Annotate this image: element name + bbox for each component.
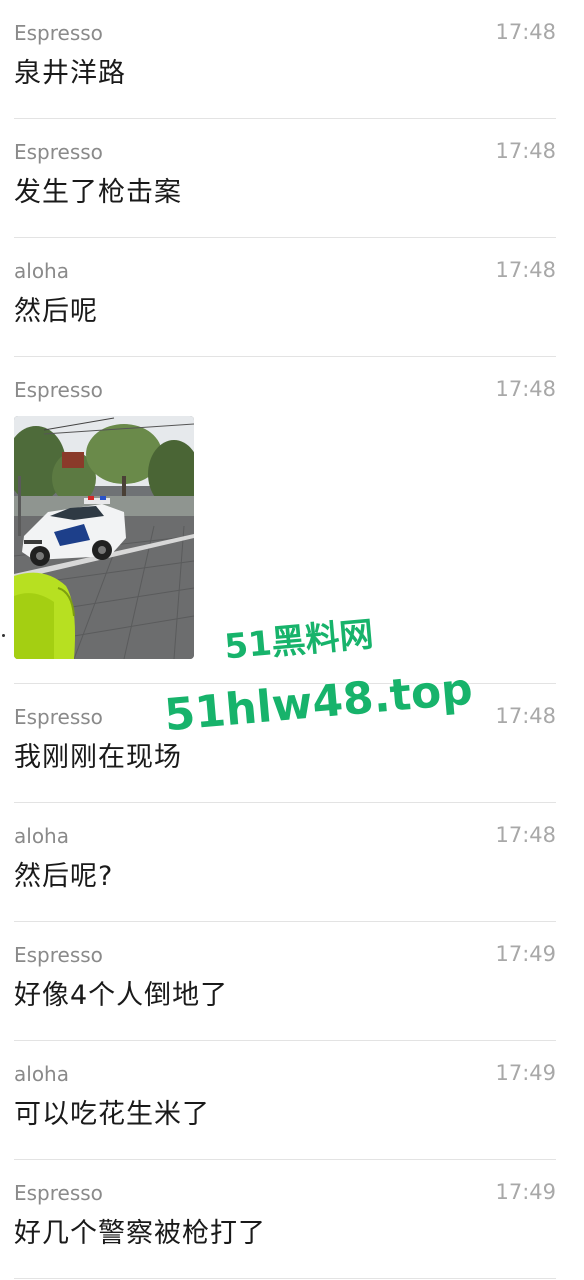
message-text: 好几个警察被枪打了 <box>14 1218 266 1249</box>
message-item[interactable]: Espresso 17:49 好几个警察被枪打了 <box>14 1160 556 1279</box>
message-item[interactable]: aloha 17:49 可以吃花生米了 <box>14 1041 556 1160</box>
message-time: 17:49 <box>495 942 556 966</box>
message-time: 17:48 <box>495 704 556 728</box>
message-text: 发生了枪击案 <box>14 177 182 208</box>
police-car-photo-graphic <box>14 416 194 659</box>
sender-name: aloha <box>14 824 69 848</box>
sender-name: Espresso <box>14 140 103 164</box>
police-car-photo[interactable] <box>14 416 194 659</box>
message-item-image[interactable]: Espresso 17:48 <box>14 357 556 684</box>
sender-name: Espresso <box>14 943 103 967</box>
message-item[interactable]: aloha 17:48 然后呢? <box>14 803 556 922</box>
message-time: 17:49 <box>495 1180 556 1204</box>
message-list: Espresso 17:48 泉井洋路 Espresso 17:48 发生了枪击… <box>0 0 584 1279</box>
message-time: 17:49 <box>495 1061 556 1085</box>
message-text: 泉井洋路 <box>14 58 126 89</box>
message-text: 可以吃花生米了 <box>14 1099 210 1130</box>
message-item[interactable]: aloha 17:48 然后呢 <box>14 238 556 357</box>
message-text: 然后呢 <box>14 296 98 327</box>
stray-dot <box>2 634 5 637</box>
message-time: 17:48 <box>495 377 556 401</box>
sender-name: Espresso <box>14 1181 103 1205</box>
sender-name: aloha <box>14 259 69 283</box>
message-time: 17:48 <box>495 20 556 44</box>
sender-name: Espresso <box>14 378 103 402</box>
message-item[interactable]: Espresso 17:48 泉井洋路 <box>14 0 556 119</box>
message-item[interactable]: Espresso 17:49 好像4个人倒地了 <box>14 922 556 1041</box>
message-time: 17:48 <box>495 139 556 163</box>
message-text: 好像4个人倒地了 <box>14 980 229 1011</box>
message-item[interactable]: Espresso 17:48 发生了枪击案 <box>14 119 556 238</box>
message-item[interactable]: Espresso 17:48 我刚刚在现场 <box>14 684 556 803</box>
message-time: 17:48 <box>495 258 556 282</box>
message-time: 17:48 <box>495 823 556 847</box>
sender-name: Espresso <box>14 21 103 45</box>
sender-name: aloha <box>14 1062 69 1086</box>
message-text: 我刚刚在现场 <box>14 742 182 773</box>
sender-name: Espresso <box>14 705 103 729</box>
message-text: 然后呢? <box>14 861 114 892</box>
